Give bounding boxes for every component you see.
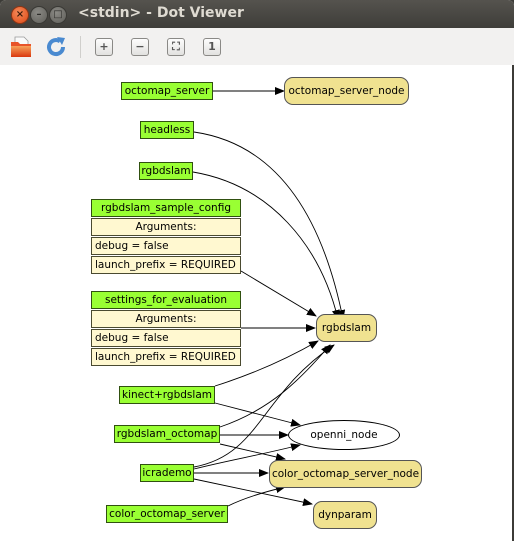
zoom-100-button[interactable]: 1: [203, 38, 221, 56]
graph-edges: [192, 87, 346, 507]
launch-node-octomap-server[interactable]: octomap_server: [121, 82, 213, 100]
minimize-button[interactable]: –: [30, 6, 48, 24]
argument-debug: debug = false: [91, 329, 241, 347]
close-button[interactable]: ×: [11, 6, 29, 24]
process-node-rgbdslam[interactable]: rgbdslam: [316, 314, 377, 342]
process-node-openni-node[interactable]: openni_node: [288, 420, 400, 450]
toolbar-separator: [80, 36, 81, 58]
process-node-octomap-server-node[interactable]: octomap_server_node: [284, 77, 409, 105]
zoom-fit-icon: ⛶: [172, 40, 180, 53]
open-button[interactable]: [8, 34, 34, 60]
maximize-button[interactable]: □: [49, 6, 67, 24]
edge-rgbdslam_sample_config-rgbdslam: [240, 270, 317, 317]
argument-debug: debug = false: [91, 237, 241, 255]
maximize-icon: □: [53, 9, 63, 20]
process-node-color-octomap-server-node[interactable]: color_octomap_server_node: [269, 460, 422, 488]
launch-node-rgbdslam[interactable]: rgbdslam: [139, 162, 193, 180]
reload-button[interactable]: [43, 34, 69, 60]
zoom-fit-button[interactable]: ⛶: [167, 38, 185, 56]
zoom-100-icon: 1: [208, 40, 216, 53]
edge-kinect_rgbdslam-openni_node: [214, 402, 301, 427]
window-title: <stdin> - Dot Viewer: [78, 5, 244, 21]
launch-node-icrademo[interactable]: icrademo: [140, 464, 194, 482]
dot-viewer-window: × – □ <stdin> - Dot Viewer + − ⛶ 1 octom…: [0, 0, 514, 541]
edge-rgbdslam_octomap-color_octomap_server_node: [219, 443, 286, 461]
graph-canvas[interactable]: octomap_server headless rgbdslam rgbdsla…: [0, 65, 514, 541]
zoom-in-button[interactable]: +: [95, 38, 113, 56]
launch-node-rgbdslam-octomap[interactable]: rgbdslam_octomap: [114, 425, 220, 443]
launch-node-kinect-rgbdslam[interactable]: kinect+rgbdslam: [119, 386, 215, 404]
close-icon: ×: [15, 9, 25, 20]
title-bar: × – □ <stdin> - Dot Viewer: [0, 0, 514, 28]
zoom-out-button[interactable]: −: [131, 38, 149, 56]
launch-node-headless[interactable]: headless: [140, 121, 194, 139]
arguments-header: Arguments:: [91, 310, 241, 328]
zoom-in-icon: +: [99, 40, 109, 53]
folder-open-icon: [11, 36, 31, 57]
launch-node-settings-for-evaluation[interactable]: settings_for_evaluation: [91, 291, 241, 309]
refresh-icon: [47, 37, 66, 57]
arguments-header: Arguments:: [91, 218, 241, 236]
toolbar: + − ⛶ 1: [0, 28, 514, 65]
minimize-icon: –: [36, 9, 42, 20]
launch-node-color-octomap-server[interactable]: color_octomap_server: [106, 505, 228, 523]
argument-launch-prefix: launch_prefix = REQUIRED: [91, 348, 241, 366]
launch-node-rgbdslam-sample-config[interactable]: rgbdslam_sample_config: [91, 199, 241, 217]
argument-launch-prefix: launch_prefix = REQUIRED: [91, 256, 241, 274]
process-node-dynparam[interactable]: dynparam: [313, 501, 377, 529]
zoom-out-icon: −: [135, 40, 145, 53]
